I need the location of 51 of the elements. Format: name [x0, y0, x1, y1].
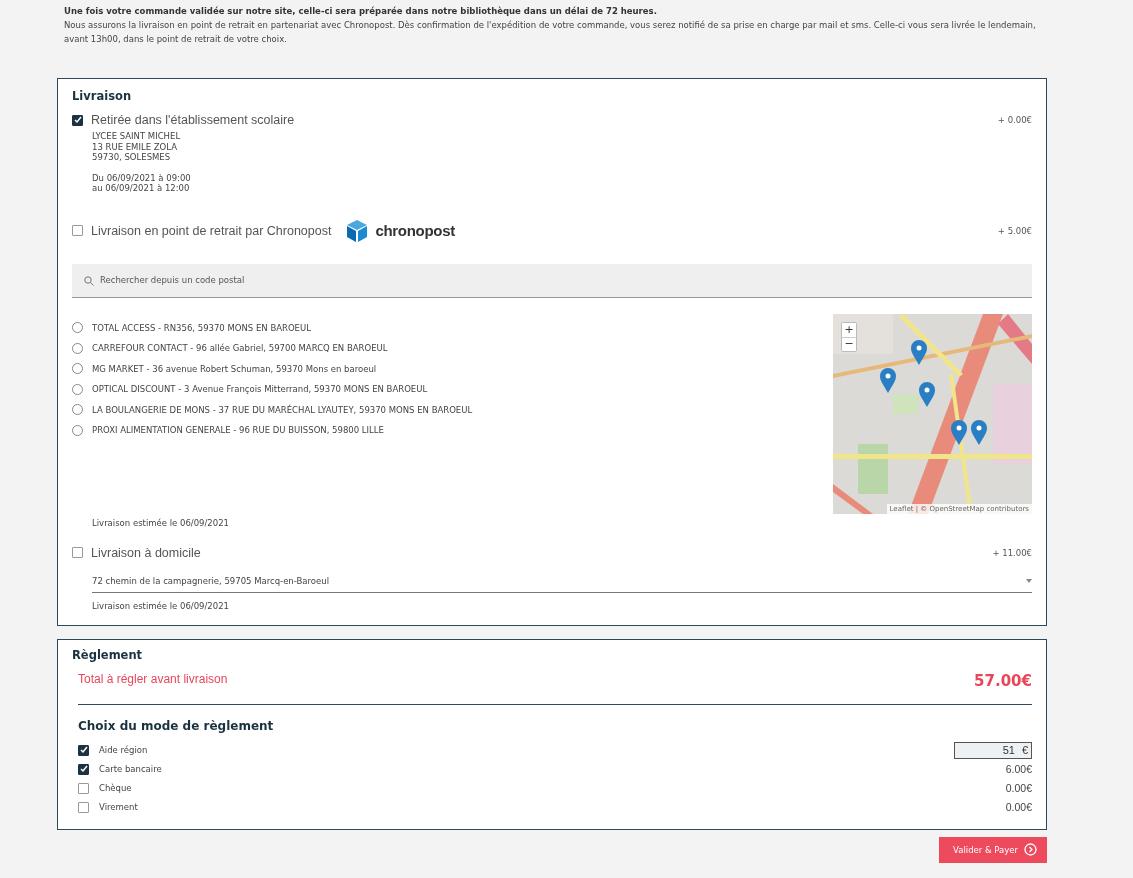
option-price: + 11.00€: [992, 547, 1032, 558]
map-pin-icon[interactable]: [971, 419, 987, 446]
section-title: Règlement: [72, 647, 144, 662]
payment-method-label[interactable]: Aide région: [99, 745, 148, 755]
relay-point-label[interactable]: LA BOULANGERIE DE MONS - 37 RUE DU MARÉCHAL LYAUTEY, 59370 MONS EN BAROEUL: [92, 404, 473, 415]
checkbox[interactable]: [72, 114, 83, 126]
map-pin-icon[interactable]: [951, 419, 967, 446]
school-address: LYCEE SAINT MICHEL 13 RUE EMILE ZOLA 59730, SOLESMES: [92, 131, 182, 163]
validate-pay-button[interactable]: Valider & Payer: [939, 836, 1047, 863]
checkbox[interactable]: [72, 225, 83, 236]
payment-method-label[interactable]: Carte bancaire: [99, 764, 162, 774]
method-amount: 0.00€: [1005, 782, 1032, 794]
map-pin-icon[interactable]: [880, 367, 896, 394]
delivery-option-label[interactable]: Livraison à domicile: [91, 545, 201, 560]
map-pin-icon[interactable]: [911, 339, 927, 366]
currency-symbol: €: [1021, 743, 1028, 756]
postal-code-search-field[interactable]: Rechercher depuis un code postal: [72, 263, 1032, 298]
relay-point-label[interactable]: MG MARKET - 36 avenue Robert Schuman, 59370 Mons en baroeul: [92, 363, 377, 374]
method-amount: 0.00€: [1005, 801, 1032, 813]
delivery-option-label[interactable]: Livraison en point de retrait par Chronopost: [91, 223, 332, 238]
payment-method-title: Choix du mode de règlement: [78, 718, 275, 733]
method-amount: 6.00€: [1005, 763, 1032, 775]
intro-text: Nous assurons la livraison en point de retrait en partenariat avec Chronopost. Dès confirmation de l'expédition de votre commande, vous serez notifié de sa prise en charge par mail et sms. Celle-ci vous sera livrée le lendemain, avant 13h00, dans le point de retrait de votre choix.: [64, 19, 1037, 46]
delivery-option-label[interactable]: Retirée dans l'établissement scolaire: [91, 113, 295, 127]
map-pin-icon[interactable]: [919, 381, 935, 408]
payment-method-label[interactable]: Virement: [99, 802, 138, 812]
relay-point-label[interactable]: CARREFOUR CONTACT - 96 allée Gabriel, 59700 MARCQ EN BAROEUL: [92, 343, 388, 353]
relay-point-label[interactable]: OPTICAL DISCOUNT - 3 Avenue François Mitterrand, 59370 MONS EN BAROEUL: [92, 384, 428, 394]
payment-method-label[interactable]: Chèque: [99, 783, 132, 793]
section-title: Livraison: [72, 89, 133, 103]
search-icon: [84, 275, 94, 286]
intro-text: Une fois votre commande validée sur notre site, celle-ci sera préparée dans notre bibliothèque dans un délai de 72 heures.: [64, 5, 658, 18]
relay-point-label[interactable]: PROXI ALIMENTATION GENERALE - 96 RUE DU BUISSON, 59800 LILLE: [92, 425, 384, 435]
checkbox[interactable]: [78, 801, 89, 813]
total-label: Total à régler avant livraison: [78, 671, 228, 686]
address-select[interactable]: 72 chemin de la campagnerie, 59705 Marcq-en-Baroeul: [92, 569, 1032, 593]
total-amount: 57.00€: [974, 670, 1032, 690]
caret-icon: [1026, 578, 1032, 583]
option-price: + 0.00€: [997, 115, 1032, 125]
pickup-schedule: Du 06/09/2021 à 09:00 au 06/09/2021 à 12:00: [92, 172, 192, 194]
checkbox[interactable]: [78, 744, 89, 756]
chevron-circle-icon: [1024, 843, 1037, 856]
brand-logo: chronopost: [375, 222, 455, 239]
checkbox[interactable]: [72, 547, 83, 558]
relay-point-label[interactable]: TOTAL ACCESS - RN356, 59370 MONS EN BAROEUL: [92, 322, 311, 333]
delivery-estimate: Livraison estimée le 06/09/2021: [92, 599, 230, 613]
checkbox[interactable]: [78, 763, 89, 775]
cube-logo-icon: [345, 218, 370, 243]
delivery-estimate: Livraison estimée le 06/09/2021: [92, 516, 230, 530]
option-price: + 5.00€: [997, 225, 1032, 236]
checkbox[interactable]: [78, 782, 89, 794]
